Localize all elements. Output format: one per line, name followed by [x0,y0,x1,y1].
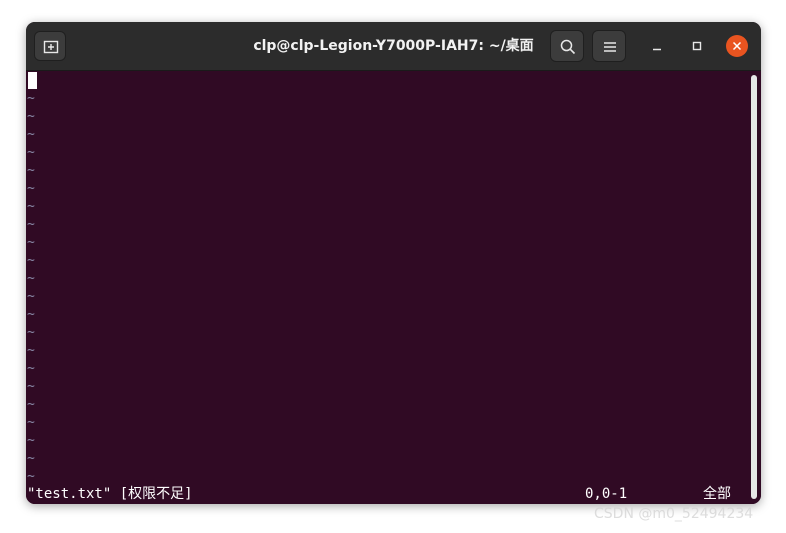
empty-line-marker: ~ [27,199,35,214]
empty-line-marker: ~ [27,235,35,250]
empty-line-marker: ~ [27,253,35,268]
minimize-icon [653,48,661,51]
scrollbar[interactable] [751,75,757,499]
menu-button[interactable] [592,30,626,62]
vim-status-line: "test.txt" [权限不足] 0,0-1 全部 [27,484,747,504]
empty-line-marker: ~ [27,451,35,466]
status-scroll-scope: 全部 [703,486,731,502]
empty-line-marker: ~ [27,163,35,178]
empty-line-marker: ~ [27,397,35,412]
terminal-area[interactable]: ~ ~ ~ ~ ~ ~ ~ ~ ~ ~ ~ ~ ~ ~ ~ ~ ~ ~ ~ ~ ~ ~ "test.txt" [权限不足]… [26,71,761,504]
search-button[interactable] [550,30,584,62]
empty-line-marker: ~ [27,271,35,286]
empty-line-markers: ~ ~ ~ ~ ~ ~ ~ ~ ~ ~ ~ ~ ~ ~ ~ ~ ~ ~ ~ ~ ~ ~ [27,90,35,486]
empty-line-marker: ~ [27,343,35,358]
empty-line-marker: ~ [27,415,35,430]
empty-line-marker: ~ [27,433,35,448]
maximize-button[interactable] [686,35,708,57]
empty-line-marker: ~ [27,289,35,304]
minimize-button[interactable] [646,35,668,57]
titlebar[interactable]: clp@clp-Legion-Y7000P-IAH7: ~/桌面 [26,22,761,71]
empty-line-marker: ~ [27,307,35,322]
close-button[interactable] [726,35,748,57]
empty-line-marker: ~ [27,127,35,142]
text-cursor [28,72,37,89]
terminal-window: clp@clp-Legion-Y7000P-IAH7: ~/桌面 ~ ~ ~ ~… [26,22,761,504]
empty-line-marker: ~ [27,325,35,340]
search-icon [560,39,576,55]
empty-line-marker: ~ [27,181,35,196]
empty-line-marker: ~ [27,217,35,232]
close-icon [732,41,742,51]
status-cursor-position: 0,0-1 [585,486,628,502]
hamburger-menu-icon [604,42,616,52]
empty-line-marker: ~ [27,379,35,394]
empty-line-marker: ~ [27,361,35,376]
maximize-icon [692,41,702,51]
watermark: CSDN @m0_52494234 [594,506,754,522]
status-filename: "test.txt" [权限不足] [27,486,193,502]
empty-line-marker: ~ [27,109,35,124]
empty-line-marker: ~ [27,145,35,160]
empty-line-marker: ~ [27,91,35,106]
